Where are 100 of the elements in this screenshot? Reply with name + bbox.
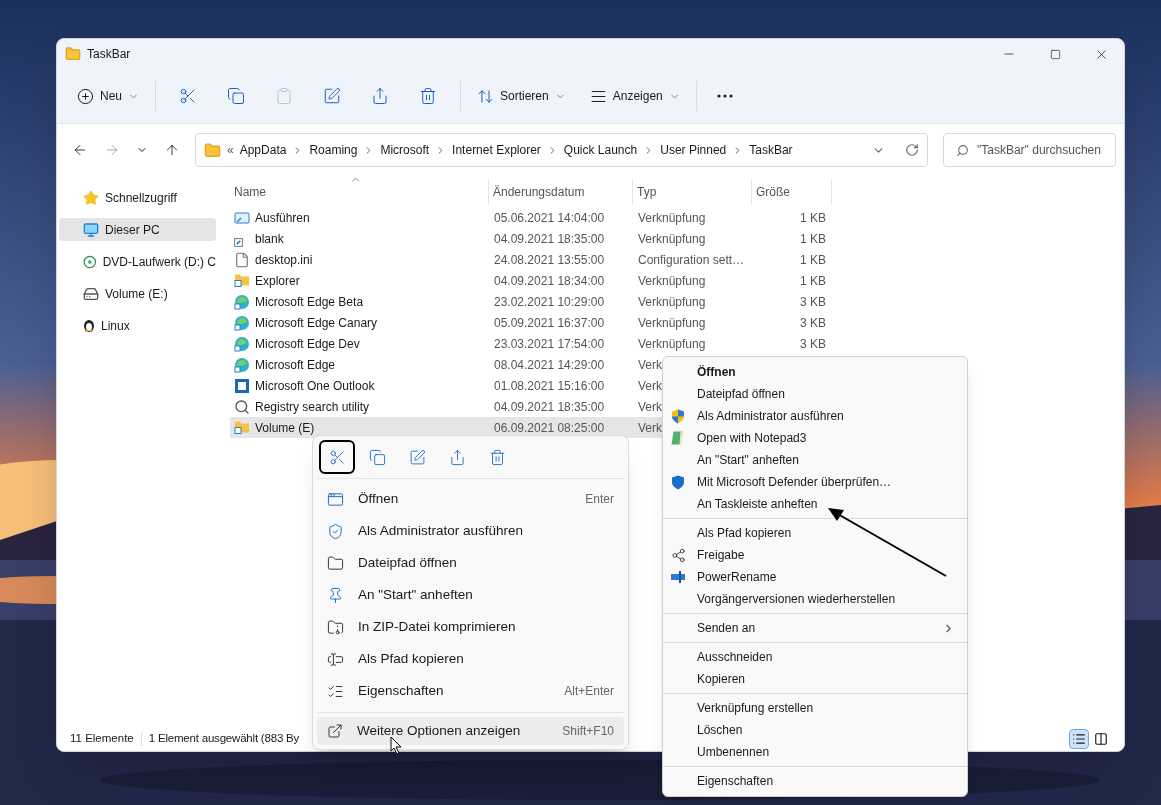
- plus-icon: [77, 87, 94, 105]
- menu-item[interactable]: Eigenschaften Alt+Enter: [317, 675, 624, 707]
- file-name: Microsoft One Outlook: [255, 377, 375, 395]
- size-cell-text: 1 KB: [800, 251, 826, 269]
- overflow-chevron[interactable]: «: [227, 141, 234, 159]
- forward-arrow-icon: [104, 142, 120, 158]
- menu-item[interactable]: An "Start" anheften: [663, 449, 967, 471]
- trash-icon: [419, 87, 437, 105]
- breadcrumb[interactable]: Quick Launch: [563, 141, 638, 159]
- sort-button[interactable]: Sortieren: [469, 79, 574, 113]
- column-header[interactable]: Name: [230, 180, 489, 204]
- menu-item[interactable]: Als Administrator ausführen: [663, 405, 967, 427]
- clipboard-icon: [275, 87, 293, 105]
- menu-item[interactable]: Als Pfad kopieren: [317, 643, 624, 675]
- menu-item[interactable]: Freigabe: [663, 544, 967, 566]
- path-icon: [327, 650, 344, 668]
- share-icon: [671, 547, 686, 563]
- menu-item[interactable]: Senden an: [663, 617, 967, 639]
- column-header[interactable]: Änderungsdatum: [489, 180, 633, 204]
- column-header[interactable]: Größe: [752, 180, 832, 204]
- list-icon: [1072, 732, 1086, 746]
- file-name: Volume (E): [255, 419, 315, 437]
- scissors-icon: [328, 448, 346, 466]
- notepad-icon: [671, 431, 684, 445]
- breadcrumb[interactable]: Microsoft: [380, 141, 430, 159]
- maximize-icon: [1049, 48, 1061, 60]
- date-cell-text: 23.02.2021 10:29:00: [494, 293, 605, 311]
- sidebar-item[interactable]: Linux: [59, 314, 216, 337]
- sidebar-item[interactable]: Volume (E:): [59, 282, 216, 305]
- menu-item[interactable]: Löschen: [663, 719, 967, 741]
- copy-icon: [227, 87, 245, 105]
- run-shortcut-icon: [234, 211, 250, 224]
- details-view-button[interactable]: [1069, 729, 1089, 749]
- type-cell-text: Verknüpfung: [638, 272, 706, 290]
- selection-info: 1 Element ausgewählt (883 By: [148, 731, 300, 747]
- new-button[interactable]: Neu: [69, 79, 147, 113]
- breadcrumb[interactable]: Roaming: [309, 141, 358, 159]
- type-cell-text: Verk: [638, 356, 662, 374]
- item-count: 11 Elemente: [70, 731, 134, 747]
- panes-icon: [1094, 732, 1108, 746]
- sort-icon: [477, 87, 494, 105]
- menu-item[interactable]: Verknüpfung erstellen: [663, 697, 967, 719]
- date-cell-text: 06.09.2021 08:25:00: [494, 419, 605, 437]
- type-cell-text: Verk: [638, 419, 662, 437]
- menu-item[interactable]: Als Administrator ausführen: [317, 515, 624, 547]
- browser-shortcut-icon: [234, 293, 250, 310]
- menu-item[interactable]: Vorgängerversionen wiederherstellen: [663, 588, 967, 610]
- menu-item[interactable]: In ZIP-Datei komprimieren: [317, 611, 624, 643]
- penguin-icon: [83, 318, 95, 333]
- file-name: Microsoft Edge Beta: [255, 293, 364, 311]
- type-cell-text: Verk: [638, 398, 662, 416]
- menu-item[interactable]: Als Pfad kopieren: [663, 522, 967, 544]
- menu-item[interactable]: Mit Microsoft Defender überprüfen…: [663, 471, 967, 493]
- scissors-icon: [179, 87, 197, 105]
- breadcrumb[interactable]: Internet Explorer: [452, 141, 541, 159]
- menu-item[interactable]: An Taskleiste anheften: [663, 493, 967, 515]
- breadcrumb[interactable]: TaskBar: [749, 141, 793, 159]
- shield-icon: [671, 408, 685, 424]
- column-header[interactable]: Typ: [633, 180, 752, 204]
- menu-item[interactable]: PowerRename: [663, 566, 967, 588]
- settings-file-icon: [234, 251, 250, 268]
- address-bar[interactable]: « AppData Roaming Microsoft Internet Explorer Quick Launch User Pinned TaskBar: [195, 133, 928, 167]
- breadcrumb[interactable]: User Pinned: [660, 141, 727, 159]
- sidebar-item[interactable]: Schnellzugriff: [59, 186, 216, 209]
- folder-icon: [327, 554, 344, 572]
- copy-icon: [368, 448, 386, 466]
- search-field[interactable]: "TaskBar" durchsuchen: [943, 133, 1116, 167]
- rename-tool-icon: [671, 571, 685, 583]
- file-name: Registry search utility: [255, 398, 370, 416]
- drive-icon: [83, 285, 99, 302]
- sidebar-item[interactable]: DVD-Laufwerk (D:) C: [59, 250, 216, 273]
- zip-folder-icon: [327, 618, 344, 636]
- type-cell-text: Verknüpfung: [638, 293, 706, 311]
- sidebar-item[interactable]: Dieser PC: [59, 218, 216, 241]
- share-icon: [448, 448, 466, 466]
- view-button[interactable]: Anzeigen: [581, 79, 688, 113]
- size-cell-text: 1 KB: [800, 272, 826, 290]
- menu-item[interactable]: Open with Notepad3: [663, 427, 967, 449]
- menu-item[interactable]: Öffnen: [663, 361, 967, 383]
- menu-item[interactable]: Öffnen Enter: [317, 483, 624, 515]
- menu-item[interactable]: Dateipfad öffnen: [317, 547, 624, 579]
- breadcrumb[interactable]: AppData: [239, 141, 287, 159]
- magnifier-icon: [234, 398, 250, 415]
- file-name: Explorer: [255, 272, 300, 290]
- file-name: desktop.ini: [255, 251, 313, 269]
- menu-item[interactable]: Umbenennen: [663, 741, 967, 763]
- menu-item[interactable]: Weitere Optionen anzeigen Shift+F10: [317, 717, 624, 745]
- window-title: TaskBar: [87, 46, 131, 63]
- folder-icon: [204, 141, 221, 159]
- cut-button[interactable]: [319, 440, 355, 474]
- menu-item[interactable]: Kopieren: [663, 668, 967, 690]
- type-cell-text: Verknüpfung: [638, 209, 706, 227]
- type-cell-text: Verknüpfung: [638, 335, 706, 353]
- menu-item[interactable]: Ausschneiden: [663, 646, 967, 668]
- date-cell-text: 08.04.2021 14:29:00: [494, 356, 605, 374]
- mail-app-icon: [234, 377, 250, 394]
- refresh-icon[interactable]: [905, 143, 919, 157]
- menu-item[interactable]: Dateipfad öffnen: [663, 383, 967, 405]
- menu-item[interactable]: An "Start" anheften: [317, 579, 624, 611]
- menu-item[interactable]: Eigenschaften: [663, 770, 967, 792]
